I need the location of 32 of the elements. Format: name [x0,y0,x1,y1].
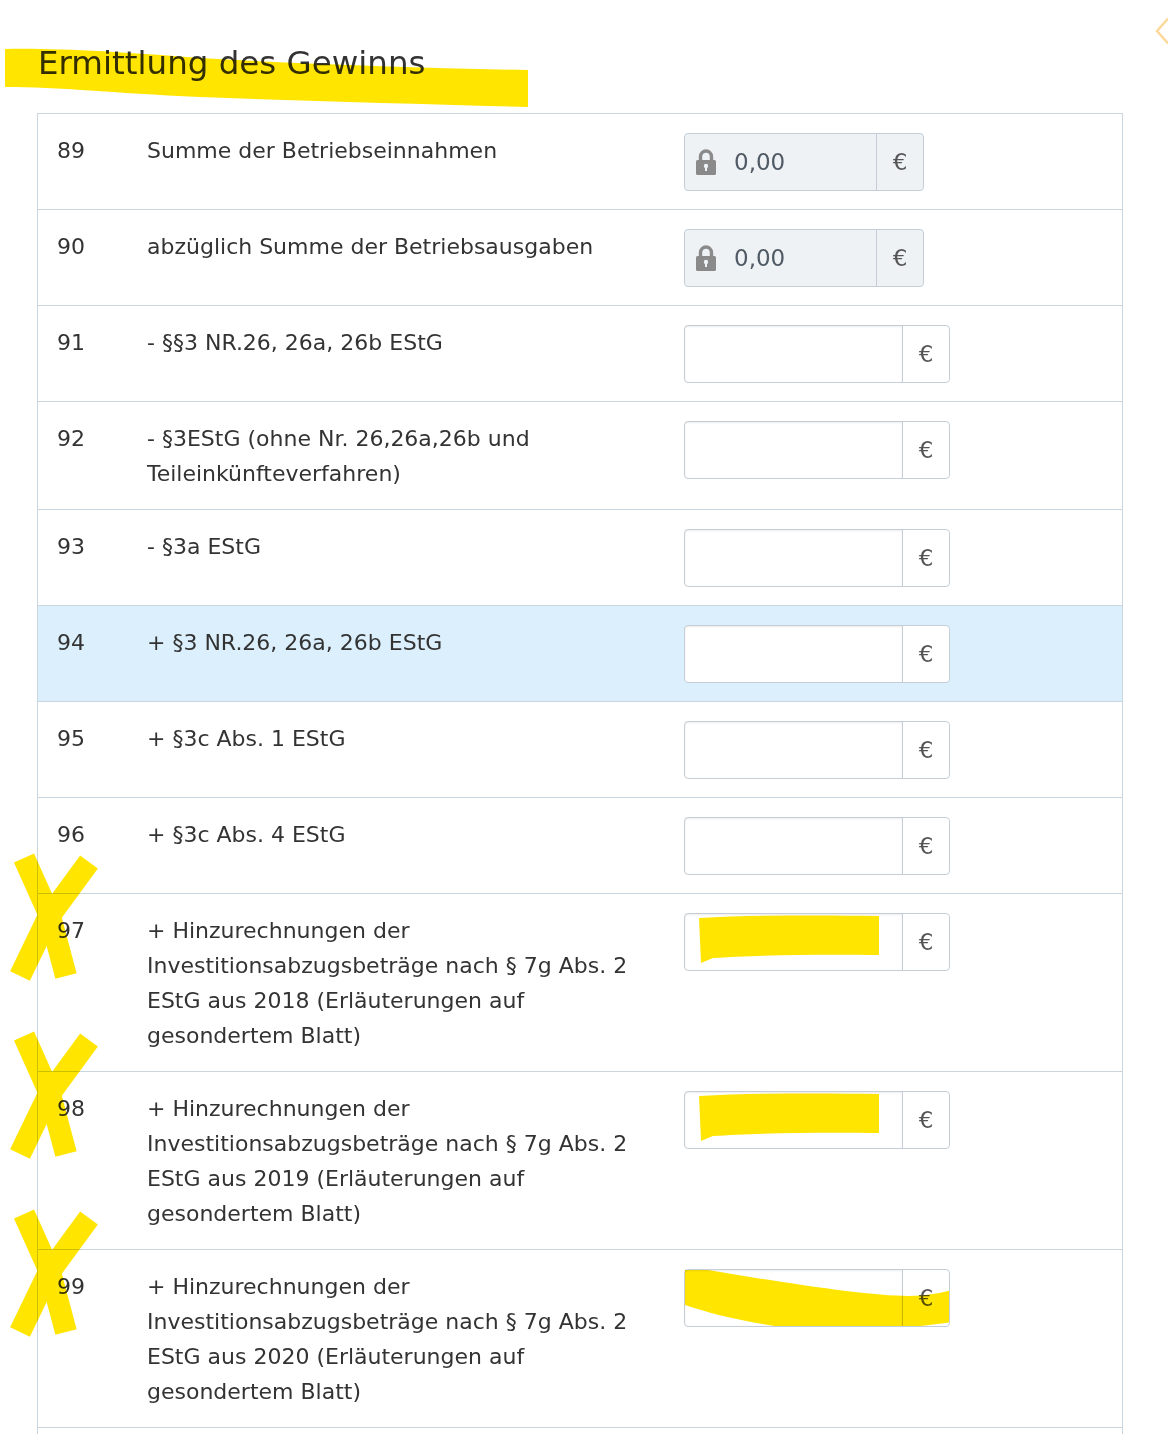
line-number: 94 [57,629,86,657]
row-label: Summe der Betriebseinnahmen [147,137,499,165]
line-number: 89 [57,137,86,165]
line-number: 92 [57,425,86,453]
chevron-left-icon[interactable] [1155,17,1168,45]
lock-icon [695,149,717,175]
line-number: 90 [57,233,86,261]
row-label: + §3 NR.26, 26a, 26b EStG [147,629,444,657]
amount-field[interactable]: € [684,817,950,875]
row-label: + Hinzurechnungen der Investitionsabzugsbeträge nach § 7g Abs. 2 EStG aus 2020 (Erläuterungen auf gesondertem Blatt) [147,1273,629,1406]
row-label: + §3c Abs. 1 EStG [147,725,347,753]
line-number: 96 [57,821,86,849]
amount-field[interactable]: 0,00 € [684,229,924,287]
amount-field[interactable]: € [684,625,950,683]
row-label: + §3c Abs. 4 EStG [147,821,347,849]
row-label: - §3EStG (ohne Nr. 26,26a,26b und Teileinkünfteverfahren) [147,425,531,488]
amount-field[interactable]: € [684,913,950,971]
row-label: - §3a EStG [147,533,262,561]
amount-field[interactable]: 0,00 € [684,133,924,191]
amount-field[interactable]: € [684,325,950,383]
line-number: 93 [57,533,86,561]
amount-field[interactable]: € [684,721,950,779]
row-label: abzüglich Summe der Betriebsausgaben [147,233,595,261]
line-number: 95 [57,725,86,753]
amount-field[interactable]: € [684,1091,950,1149]
line-number: 91 [57,329,86,357]
row-label: + Hinzurechnungen der Investitionsabzugsbeträge nach § 7g Abs. 2 EStG aus 2019 (Erläuterungen auf gesondertem Blatt) [147,1095,629,1228]
row-label: - §§3 NR.26, 26a, 26b EStG [147,329,444,357]
amount-field[interactable]: € [684,529,950,587]
lock-icon [695,245,717,271]
amount-field[interactable]: € [684,421,950,479]
row-label: + Hinzurechnungen der Investitionsabzugsbeträge nach § 7g Abs. 2 EStG aus 2018 (Erläuterungen auf gesondertem Blatt) [147,917,629,1050]
